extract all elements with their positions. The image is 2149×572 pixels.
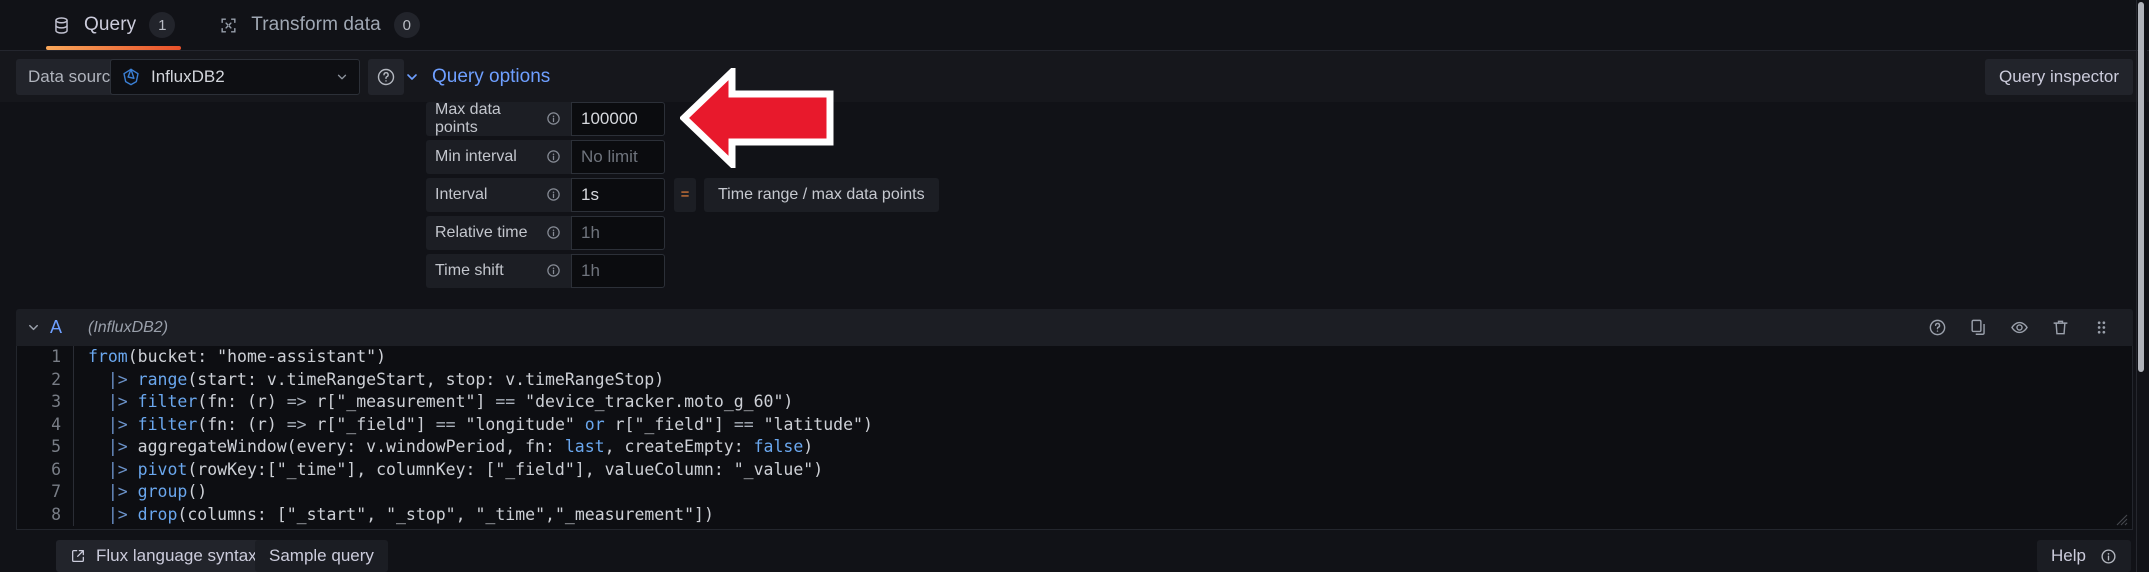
code-lines: 1 from(bucket: "home-assistant") 2 |> ra… (17, 346, 2132, 526)
help-icon[interactable] (1928, 318, 1947, 337)
query-row-header-a: A (InfluxDB2) (16, 309, 2133, 346)
line-number: 5 (51, 437, 61, 456)
option-label-text: Max data points (435, 100, 501, 136)
help-button-label: Help (2051, 546, 2086, 565)
option-row-interval: Interval 1s = Time range / max data poin… (426, 177, 1304, 212)
interval-equals-badge: = (674, 177, 696, 212)
option-label-time-shift: Time shift (426, 253, 571, 288)
query-row-datasource-note: (InfluxDB2) (88, 318, 169, 336)
influxdb-icon (121, 67, 141, 87)
info-circle-icon[interactable] (546, 111, 561, 126)
option-label-text: Interval (435, 185, 488, 203)
code-line: 5 |> aggregateWindow(every: v.windowPeri… (17, 436, 2132, 459)
info-circle-icon (2100, 548, 2117, 565)
line-text: |> filter(fn: (r) => r["_measurement"] =… (88, 392, 794, 411)
page-scrollbar-thumb[interactable] (2138, 2, 2144, 372)
line-number: 7 (51, 482, 61, 501)
option-label-text: Relative time (435, 223, 528, 241)
interval-formula-text: Time range / max data points (704, 177, 939, 212)
external-link-icon (70, 548, 86, 564)
transform-icon (219, 16, 238, 35)
query-options-title: Query options (432, 66, 551, 87)
max-data-points-input[interactable]: 100000 (571, 101, 665, 136)
info-circle-icon[interactable] (546, 149, 561, 164)
drag-handle-icon[interactable] (2092, 318, 2111, 337)
help-circle-icon (376, 67, 396, 87)
code-line: 8 |> drop(columns: ["_start", "_stop", "… (17, 503, 2132, 526)
query-row-collapse-toggle[interactable] (16, 320, 50, 335)
code-line: 6 |> pivot(rowKey:["_time"], columnKey: … (17, 458, 2132, 481)
datasource-picker[interactable]: InfluxDB2 (110, 59, 360, 95)
code-line: 3 |> filter(fn: (r) => r["_measurement"]… (17, 391, 2132, 414)
option-label-text: Min interval (435, 147, 517, 165)
help-button[interactable]: Help (2037, 540, 2131, 572)
option-label-relative-time: Relative time (426, 215, 571, 250)
line-text: |> group() (88, 482, 208, 501)
query-options-section: Query options Max data points 100000 Min… (404, 60, 1304, 291)
chevron-down-icon (335, 70, 349, 84)
option-row-max-data-points: Max data points 100000 (426, 101, 1304, 136)
line-number: 2 (51, 369, 61, 389)
option-label-max-data-points: Max data points (426, 100, 571, 136)
time-shift-input[interactable]: 1h (571, 253, 665, 288)
query-inspector-button[interactable]: Query inspector (1985, 59, 2133, 95)
info-circle-icon[interactable] (546, 187, 561, 202)
line-number: 8 (51, 504, 61, 524)
line-number: 3 (51, 392, 61, 411)
datasource-help-button[interactable] (368, 59, 404, 95)
code-line: 2 |> range(start: v.timeRangeStart, stop… (17, 368, 2132, 391)
interval-value: 1s (571, 177, 665, 212)
tab-query-count: 1 (149, 12, 176, 38)
datasource-selected-value: InfluxDB2 (151, 67, 225, 86)
panel-editor-tabbar: Query 1 Transform data 0 (0, 0, 2149, 51)
info-circle-icon[interactable] (546, 263, 561, 278)
code-line: 1 from(bucket: "home-assistant") (17, 346, 2132, 369)
database-icon (52, 16, 71, 35)
flux-code-editor[interactable]: 1 from(bucket: "home-assistant") 2 |> ra… (16, 346, 2133, 530)
option-row-min-interval: Min interval No limit (426, 139, 1304, 174)
option-row-relative-time: Relative time 1h (426, 215, 1304, 250)
option-label-interval: Interval (426, 177, 571, 212)
tab-query[interactable]: Query 1 (30, 0, 197, 50)
remove-query-icon[interactable] (2051, 318, 2070, 337)
line-number: 1 (51, 347, 61, 366)
line-text: |> filter(fn: (r) => r["_field"] == "lon… (88, 414, 873, 434)
info-circle-icon[interactable] (546, 225, 561, 240)
min-interval-input[interactable]: No limit (571, 139, 665, 174)
relative-time-input[interactable]: 1h (571, 215, 665, 250)
code-line: 4 |> filter(fn: (r) => r["_field"] == "l… (17, 413, 2132, 436)
tab-transform-data-label: Transform data (251, 14, 381, 35)
editor-footer: Flux language syntax Sample query Help (0, 540, 2149, 572)
page-scrollbar-track[interactable] (2138, 0, 2147, 572)
option-label-min-interval: Min interval (426, 139, 571, 174)
duplicate-query-icon[interactable] (1969, 318, 1988, 337)
line-text: |> pivot(rowKey:["_time"], columnKey: ["… (88, 459, 824, 479)
panel-right-divider (2136, 0, 2137, 572)
line-text: |> range(start: v.timeRangeStart, stop: … (88, 369, 665, 389)
editor-resize-grip[interactable] (2112, 510, 2128, 526)
tab-query-label: Query (84, 14, 137, 35)
sample-query-button[interactable]: Sample query (255, 540, 388, 572)
line-number: 4 (51, 414, 61, 434)
option-label-text: Time shift (435, 261, 504, 279)
query-options-fields: Max data points 100000 Min interval No l… (404, 101, 1304, 288)
tab-transform-data[interactable]: Transform data 0 (197, 0, 442, 50)
sample-query-label: Sample query (269, 546, 374, 565)
hide-response-icon[interactable] (2010, 318, 2029, 337)
line-text: |> aggregateWindow(every: v.windowPeriod… (88, 437, 814, 456)
option-row-time-shift: Time shift 1h (426, 253, 1304, 288)
flux-language-syntax-button[interactable]: Flux language syntax (56, 540, 271, 572)
line-number: 6 (51, 459, 61, 479)
tab-transform-data-count: 0 (393, 12, 420, 38)
chevron-down-icon (404, 69, 420, 85)
code-line: 7 |> group() (17, 481, 2132, 504)
flux-language-syntax-label: Flux language syntax (96, 546, 257, 565)
line-text: from(bucket: "home-assistant") (88, 347, 387, 366)
grafana-query-editor-panel: Query 1 Transform data 0 Data source Inf… (0, 0, 2149, 572)
query-refid[interactable]: A (50, 317, 88, 338)
line-text: |> drop(columns: ["_start", "_stop", "_t… (88, 504, 714, 524)
query-row-actions (1928, 318, 2133, 337)
query-options-toggle[interactable]: Query options (404, 60, 1304, 94)
